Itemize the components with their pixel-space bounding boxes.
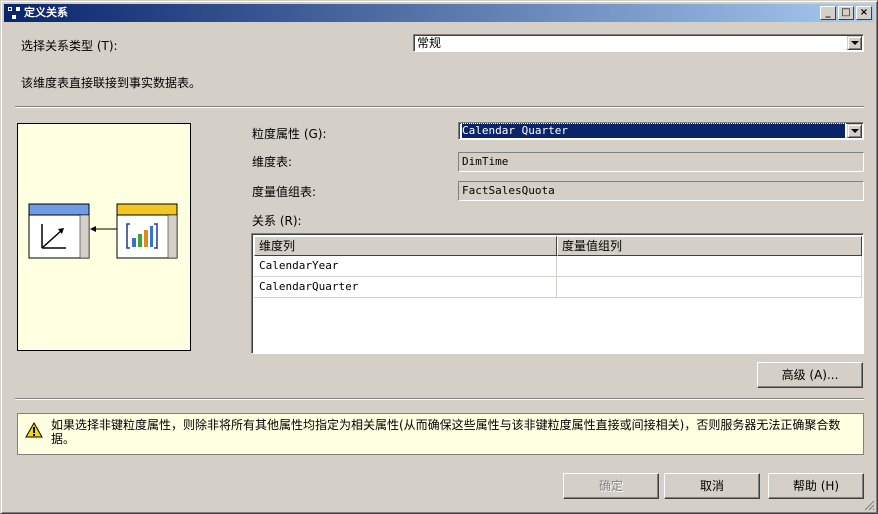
minimize-button[interactable]: _: [820, 6, 836, 20]
close-button[interactable]: ×: [856, 6, 872, 20]
warning-icon: [25, 422, 43, 438]
measure-group-table-value: FactSalesQuota: [462, 184, 555, 197]
dimension-table-label: 维度表:: [252, 155, 293, 169]
table-row-1-dimension[interactable]: CalendarQuarter: [254, 277, 557, 298]
resize-grip-icon[interactable]: [863, 499, 875, 511]
relationship-type-value: 常规: [417, 36, 442, 50]
maximize-button[interactable]: □: [838, 6, 854, 20]
dialog-window: 定义关系 _ □ × 选择关系类型 (T): 常规 该维度表直接联接到事实数据表…: [0, 0, 878, 514]
dimension-table-value: DimTime: [462, 155, 509, 168]
cancel-button[interactable]: 取消: [664, 473, 760, 499]
dimension-table-field: DimTime: [458, 152, 864, 172]
table-row-1-measure[interactable]: [557, 277, 862, 298]
chevron-down-icon[interactable]: [847, 36, 862, 50]
app-icon: [8, 7, 20, 19]
granularity-value: Calendar Quarter: [461, 123, 846, 139]
separator-top: [15, 106, 864, 108]
separator-bottom: [15, 398, 864, 400]
table-row-0-measure[interactable]: [557, 256, 862, 277]
ok-button[interactable]: 确定: [563, 473, 659, 499]
measure-group-table-label: 度量值组表:: [252, 185, 317, 199]
granularity-dropdown[interactable]: Calendar Quarter: [458, 122, 864, 140]
relationship-grid[interactable]: 维度列 度量值组列 CalendarYear CalendarQuarter: [251, 233, 864, 354]
advanced-button[interactable]: 高级 (A)...: [757, 362, 863, 388]
window-title: 定义关系: [24, 6, 68, 19]
title-bar: 定义关系 _ □ ×: [4, 4, 874, 22]
table-row-0-dimension[interactable]: CalendarYear: [254, 256, 557, 277]
diagram-graphic: [28, 203, 178, 259]
warning-text: 如果选择非键粒度属性，则除非将所有其他属性均指定为相关属性(从而确保这些属性与该…: [51, 418, 841, 446]
measure-group-table-field: FactSalesQuota: [458, 181, 864, 201]
column-header-dimension[interactable]: 维度列: [254, 236, 557, 256]
fact-table-icon: [116, 203, 178, 259]
column-header-measure-group[interactable]: 度量值组列: [557, 236, 862, 256]
relationship-label: 关系 (R):: [252, 214, 302, 228]
description-text: 该维度表直接联接到事实数据表。: [21, 76, 202, 90]
help-button[interactable]: 帮助 (H): [768, 473, 864, 499]
warning-box: 如果选择非键粒度属性，则除非将所有其他属性均指定为相关属性(从而确保这些属性与该…: [17, 413, 864, 455]
dimension-table-icon: [28, 203, 90, 259]
chevron-down-icon[interactable]: [847, 124, 862, 138]
relationship-type-dropdown[interactable]: 常规: [413, 34, 864, 52]
granularity-label: 粒度属性 (G):: [252, 127, 327, 141]
relationship-diagram: [17, 123, 191, 351]
relationship-type-label: 选择关系类型 (T):: [21, 39, 118, 53]
